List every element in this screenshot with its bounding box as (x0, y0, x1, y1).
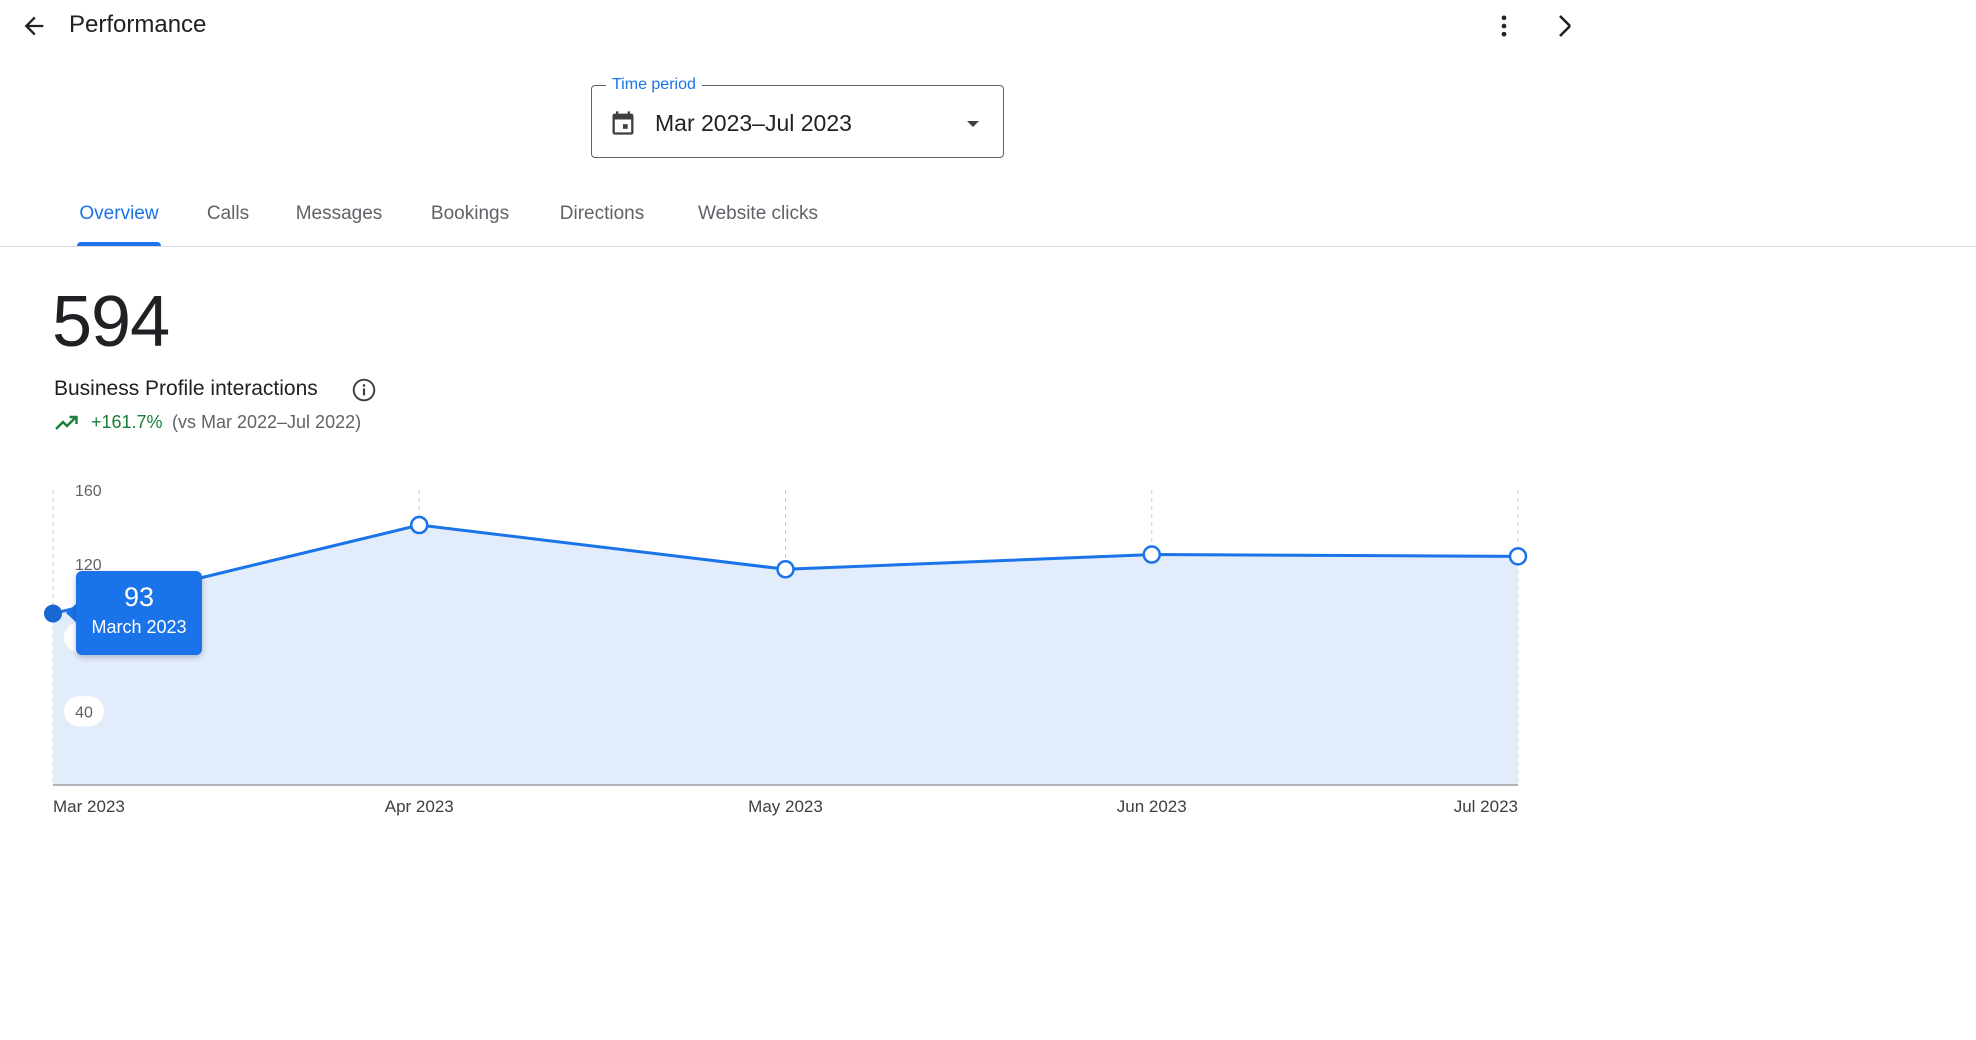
chart-tooltip: 93 March 2023 (76, 571, 202, 655)
tab-calls[interactable]: Calls (207, 200, 249, 228)
calendar-icon (612, 111, 634, 135)
dropdown-arrow-icon (967, 121, 979, 127)
x-tick-label-2: May 2023 (748, 797, 823, 816)
trending-up-icon (55, 415, 78, 430)
data-point-4 (1508, 547, 1528, 566)
back-button[interactable] (14, 6, 54, 46)
active-tab-indicator (77, 242, 161, 246)
data-point-2 (776, 560, 795, 579)
trend-comparison: (vs Mar 2022–Jul 2022) (172, 412, 362, 432)
close-button[interactable] (1550, 6, 1586, 46)
more-vert-icon (1501, 15, 1507, 37)
close-icon (1559, 15, 1571, 37)
interactions-chart: 1601208040Mar 2023Apr 2023May 2023Jun 20… (44, 483, 1528, 816)
x-tick-label-3: Jun 2023 (1117, 797, 1187, 816)
tab-website-clicks[interactable]: Website clicks (698, 200, 818, 228)
data-point-selected-0 (44, 604, 62, 623)
tab-bookings[interactable]: Bookings (431, 200, 509, 228)
more-options-button[interactable] (1486, 6, 1522, 46)
interactions-total: 594 (52, 282, 170, 362)
trend-change: +161.7% (91, 412, 163, 432)
data-point-3 (1142, 545, 1161, 564)
page-title: Performance (69, 11, 207, 38)
data-point-1 (410, 515, 429, 535)
tooltip-value: 93 (123, 582, 155, 612)
y-tick-label-0: 160 (75, 483, 102, 500)
tab-messages[interactable]: Messages (296, 200, 383, 228)
x-tick-label-0: Mar 2023 (53, 797, 125, 816)
x-tick-label-4: Jul 2023 (1454, 797, 1518, 816)
tab-overview[interactable]: Overview (79, 200, 158, 228)
tab-directions[interactable]: Directions (560, 200, 644, 228)
y-tick-label-3: 40 (75, 704, 93, 721)
x-tick-label-1: Apr 2023 (385, 797, 454, 816)
metric-label: Business Profile interactions (54, 377, 318, 400)
tabs-divider (0, 246, 1976, 247)
arrow-back-icon (24, 16, 44, 36)
time-period-label: Time period (606, 75, 702, 95)
info-icon[interactable] (351, 377, 377, 403)
time-period-value: Mar 2023–Jul 2023 (655, 110, 852, 136)
tooltip-date: March 2023 (91, 617, 187, 637)
